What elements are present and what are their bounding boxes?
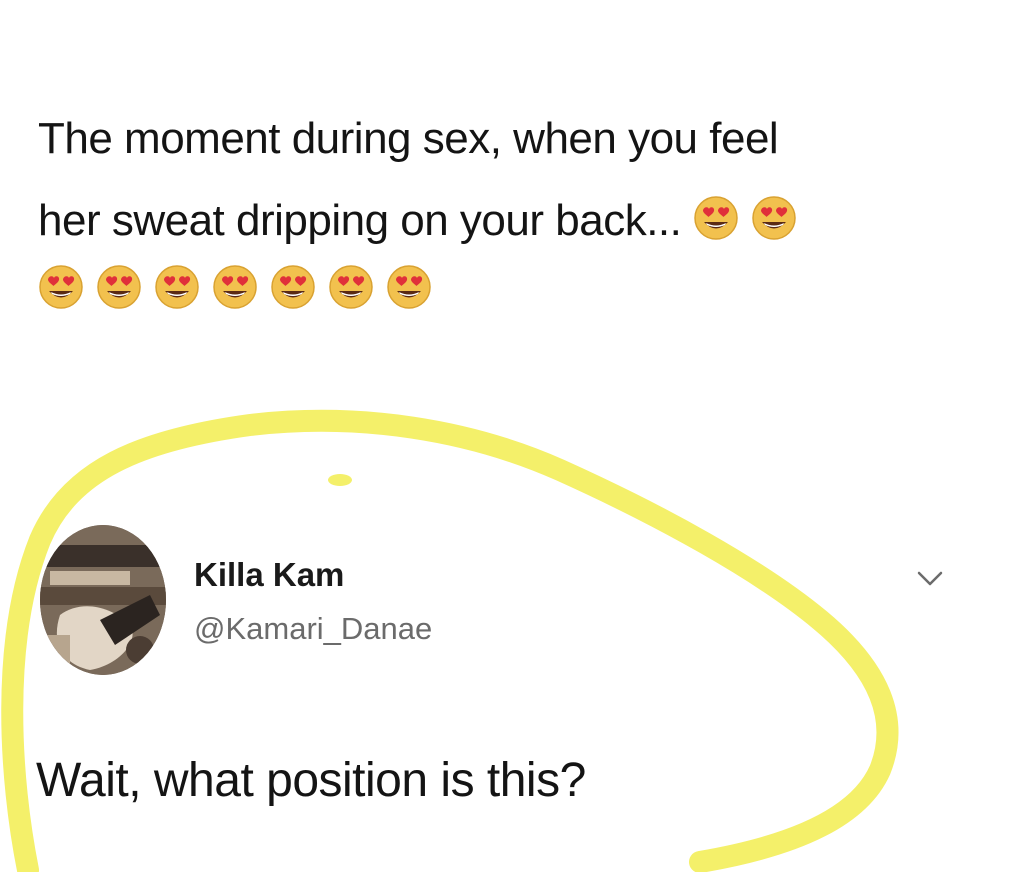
smiling-face-with-heart-eyes-icon — [212, 264, 258, 310]
chevron-down-icon[interactable] — [915, 563, 945, 593]
avatar-photo — [40, 525, 166, 675]
screenshot-page: The moment during sex, when you feel her… — [0, 0, 1022, 872]
smiling-face-with-heart-eyes-icon — [386, 264, 432, 310]
avatar[interactable] — [40, 525, 166, 675]
smiling-face-with-heart-eyes-icon — [38, 264, 84, 310]
username-handle[interactable]: @Kamari_Danae — [194, 609, 432, 649]
original-tweet: The moment during sex, when you feel her… — [38, 98, 938, 310]
tweet-text-line-2: her sweat dripping on your back... — [38, 180, 938, 262]
smiling-face-with-heart-eyes-icon — [328, 264, 374, 310]
smiling-face-with-heart-eyes-icon — [154, 264, 200, 310]
tweet-line-2-emojis — [693, 196, 809, 245]
tweet-line-3-emojis — [38, 264, 938, 310]
tweet-text-line-1: The moment during sex, when you feel — [38, 114, 779, 163]
smiling-face-with-heart-eyes-icon — [751, 195, 797, 241]
display-name[interactable]: Killa Kam — [194, 555, 432, 595]
reply-author: Killa Kam @Kamari_Danae — [194, 555, 432, 649]
tweet-text-line-2-text: her sweat dripping on your back... — [38, 196, 682, 245]
reply-text: Wait, what position is this? — [36, 754, 586, 807]
smiling-face-with-heart-eyes-icon — [270, 264, 316, 310]
smiling-face-with-heart-eyes-icon — [96, 264, 142, 310]
smiling-face-with-heart-eyes-icon — [693, 195, 739, 241]
